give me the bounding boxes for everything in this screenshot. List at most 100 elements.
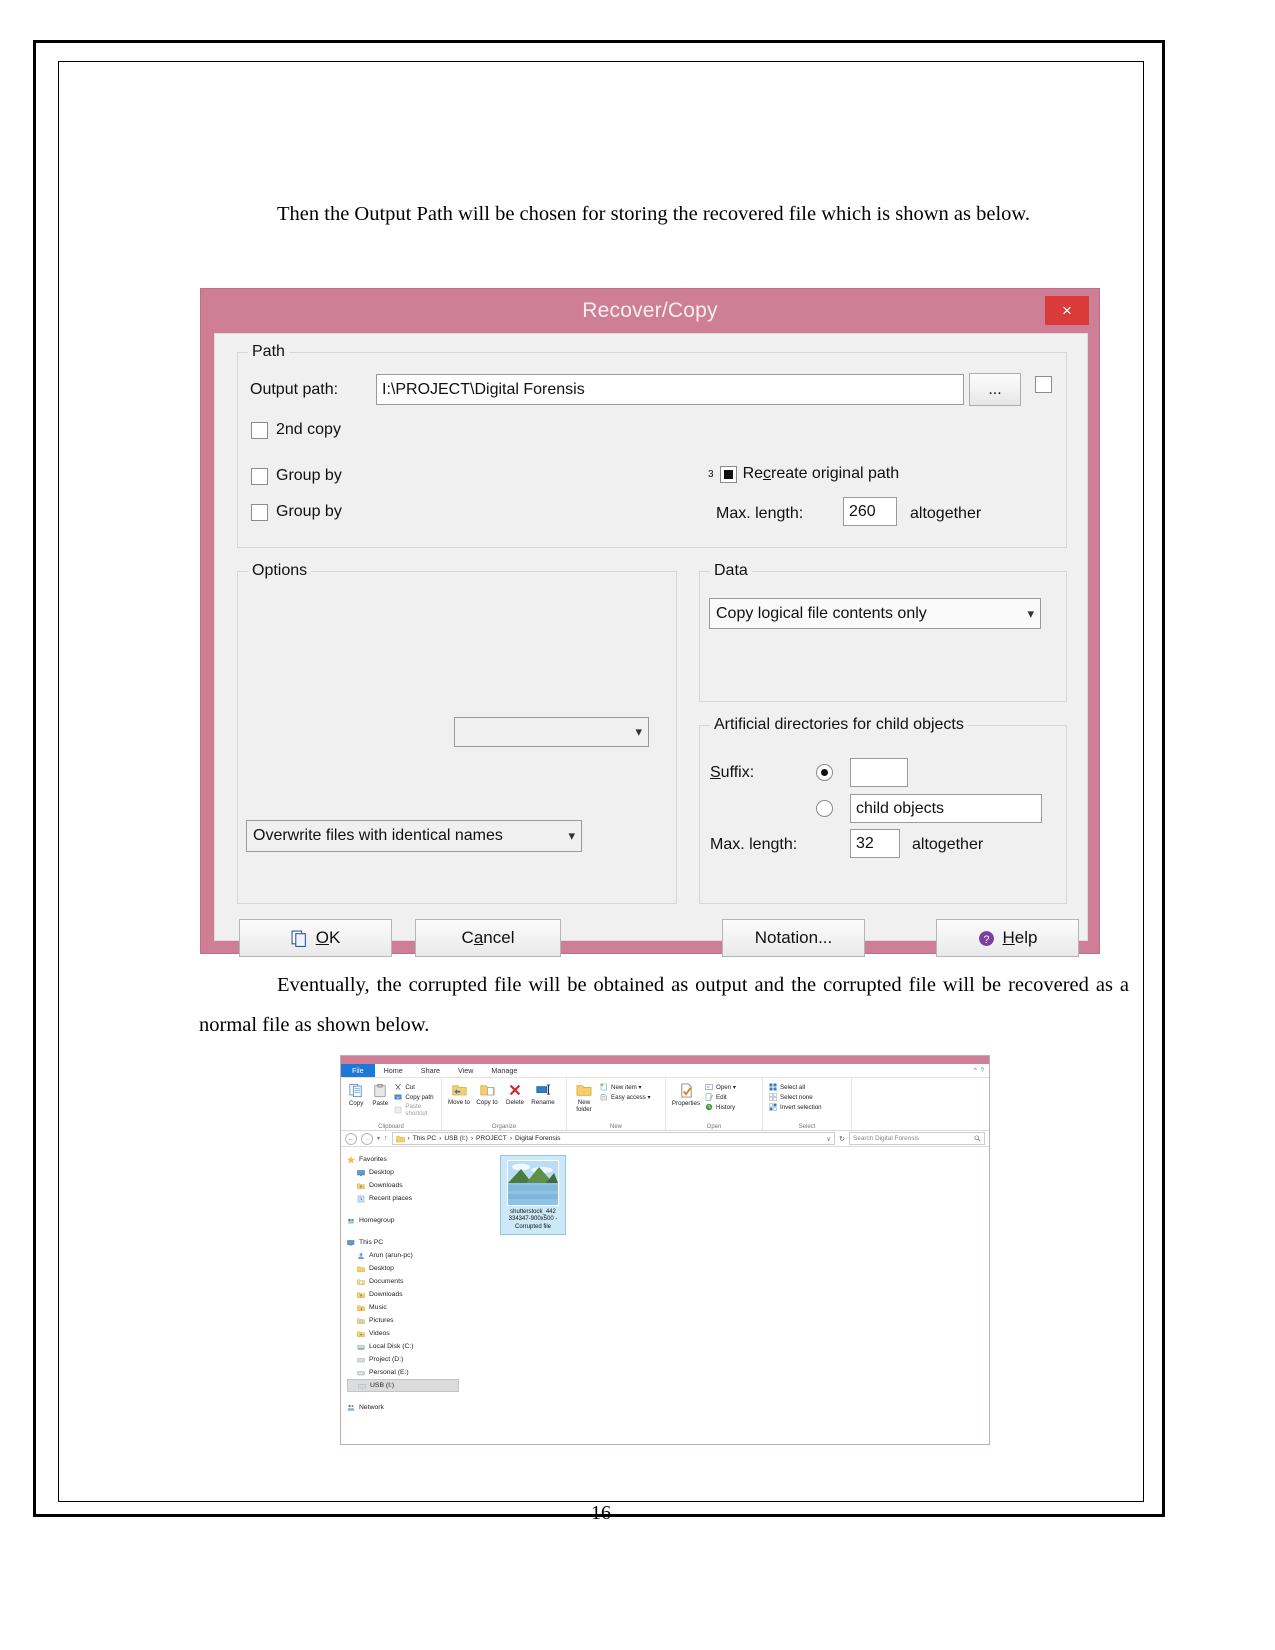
collapse-ribbon-icon[interactable]: ^ [974,1068,977,1074]
open-icon [705,1084,713,1090]
copy-button[interactable]: Copy [344,1080,368,1130]
browse-button[interactable]: ... [969,373,1021,406]
overwrite-combo[interactable]: Overwrite files with identical names ▾ [246,820,582,852]
file-name: shutterstock_442 334347-900x500 - Corrup… [509,1209,558,1231]
page-number: 16 [591,1502,611,1524]
copy-label: Copy [348,1100,364,1107]
properties-button[interactable]: Properties [669,1080,703,1130]
open-label: Open ▾ [716,1083,736,1091]
path-group: Path Output path: I:\PROJECT\Digital For… [237,343,1067,548]
nav-item-downloads-2[interactable]: Downloads [347,1288,462,1301]
breadcrumb-item-digital-forensis[interactable]: Digital Forensis [515,1135,560,1142]
nav-item-personal-e[interactable]: Personal (E:) [347,1366,462,1379]
new-item-label: New item ▾ [611,1083,642,1091]
suffix-input[interactable] [850,758,908,787]
navigation-pane: Favorites Desktop Downloads Recent place… [341,1147,462,1429]
breadcrumb[interactable]: › This PC › USB (I:) › PROJECT › Digital… [391,1132,836,1145]
breadcrumb-item-this-pc[interactable]: This PC [413,1135,436,1142]
page-inner-border: Then the Output Path will be chosen for … [58,61,1144,1524]
select-none-button[interactable]: Select none [769,1093,822,1101]
nav-item-local-disk-c[interactable]: Local Disk (C:) [347,1340,462,1353]
nav-item-downloads[interactable]: Downloads [347,1179,462,1192]
history-button[interactable]: History [705,1103,736,1111]
nav-item-this-pc[interactable]: This PC [347,1236,462,1249]
move-to-button[interactable]: Move to [445,1080,473,1130]
delete-button[interactable]: Delete [501,1080,529,1130]
breadcrumb-item-usb[interactable]: USB (I:) [444,1135,467,1142]
easy-access-button[interactable]: Easy access ▾ [600,1093,651,1101]
path-max-length-value: 260 [849,502,876,520]
cut-button[interactable]: Cut [394,1083,438,1091]
paste-label: Paste [372,1100,389,1107]
invert-selection-button[interactable]: Invert selection [769,1103,822,1111]
artificial-max-length-input[interactable]: 32 [850,829,900,858]
output-path-input[interactable]: I:\PROJECT\Digital Forensis [376,374,964,405]
copy-path-label: Copy path [405,1093,434,1101]
paste-button[interactable]: Paste [368,1080,392,1130]
notation-button[interactable]: Notation... [722,919,865,957]
tab-home[interactable]: Home [375,1064,412,1077]
chevron-down-icon: ▾ [635,724,642,739]
new-folder-button[interactable]: New folder [570,1080,598,1130]
nav-item-project-d[interactable]: Project (D:) [347,1353,462,1366]
landscape-photo-icon [508,1161,558,1205]
copy-mode-combo[interactable]: Copy logical file contents only ▾ [709,598,1041,629]
tab-share[interactable]: Share [412,1064,449,1077]
child-objects-input[interactable]: child objects [850,794,1042,823]
ok-button[interactable]: OK [239,919,392,957]
file-item[interactable]: shutterstock_442 334347-900x500 - Corrup… [500,1155,566,1236]
nav-item-desktop[interactable]: Desktop [347,1166,462,1179]
second-copy-checkbox[interactable]: 2nd copy [251,421,341,439]
overwrite-combo-value: Overwrite files with identical names [253,827,503,844]
close-icon[interactable]: × [1045,296,1089,325]
nav-item-network[interactable]: Network [347,1401,462,1414]
copy-to-button[interactable]: Copy to [473,1080,501,1130]
select-all-button[interactable]: Select all [769,1083,822,1091]
ribbon-group-select-name: Select [798,1124,816,1130]
up-button[interactable]: ↑ [384,1135,388,1142]
refresh-icon[interactable]: ↻ [839,1135,845,1143]
nav-item-favorites[interactable]: Favorites [347,1153,462,1166]
nav-item-arun[interactable]: Arun (arun-pc) [347,1249,462,1262]
nav-item-documents[interactable]: Documents [347,1275,462,1288]
tab-view[interactable]: View [449,1064,482,1077]
nav-item-videos[interactable]: Videos [347,1327,462,1340]
new-item-button[interactable]: New item ▾ [600,1083,651,1091]
nav-item-usb-i[interactable]: USB (I:) [347,1379,459,1392]
suffix-radio-custom[interactable] [816,764,833,781]
search-input[interactable]: Search Digital Forensis [849,1132,985,1145]
search-placeholder: Search Digital Forensis [853,1135,920,1142]
local-disk-icon [357,1344,365,1349]
nav-item-recent-places[interactable]: Recent places [347,1192,462,1205]
rename-button[interactable]: Rename [529,1080,557,1130]
recreate-original-path-checkbox[interactable]: 3 Recreate original path [708,465,899,483]
nav-item-desktop-2[interactable]: Desktop [347,1262,462,1275]
path-max-length-input[interactable]: 260 [843,497,897,526]
tab-file[interactable]: File [341,1064,375,1077]
forward-button[interactable]: → [361,1132,373,1145]
tab-manage[interactable]: Manage [482,1064,527,1077]
ribbon-group-open: Properties Open ▾ Edit History Open [666,1078,763,1130]
cancel-button[interactable]: Cancel [415,919,561,957]
back-button[interactable]: ← [345,1132,357,1145]
breadcrumb-sep: › [407,1135,410,1142]
group-by-checkbox-2[interactable]: Group by [251,503,342,521]
edit-button[interactable]: Edit [705,1093,736,1101]
options-empty-combo[interactable]: ▾ [454,717,649,747]
open-button[interactable]: Open ▾ [705,1083,736,1091]
star-icon [347,1155,355,1163]
address-dropdown-icon[interactable]: ∨ [826,1135,831,1143]
copy-path-button[interactable]: w Copy path [394,1093,438,1101]
help-icon[interactable]: ? [981,1068,984,1074]
recent-locations-icon[interactable]: ▾ [377,1135,380,1142]
nav-item-homegroup[interactable]: Homegroup [347,1214,462,1227]
breadcrumb-item-project[interactable]: PROJECT [476,1135,507,1142]
paste-shortcut-button[interactable]: Paste shortcut [394,1103,438,1117]
suffix-radio-child-objects[interactable] [816,800,833,817]
group-by-checkbox-1[interactable]: Group by [251,467,342,485]
path-extra-checkbox[interactable] [1035,376,1052,394]
help-button[interactable]: ? Help [936,919,1079,957]
nav-item-pictures[interactable]: Pictures [347,1314,462,1327]
paragraph-1-text: Then the Output Path will be chosen for … [277,203,1031,225]
nav-item-music[interactable]: Music [347,1301,462,1314]
